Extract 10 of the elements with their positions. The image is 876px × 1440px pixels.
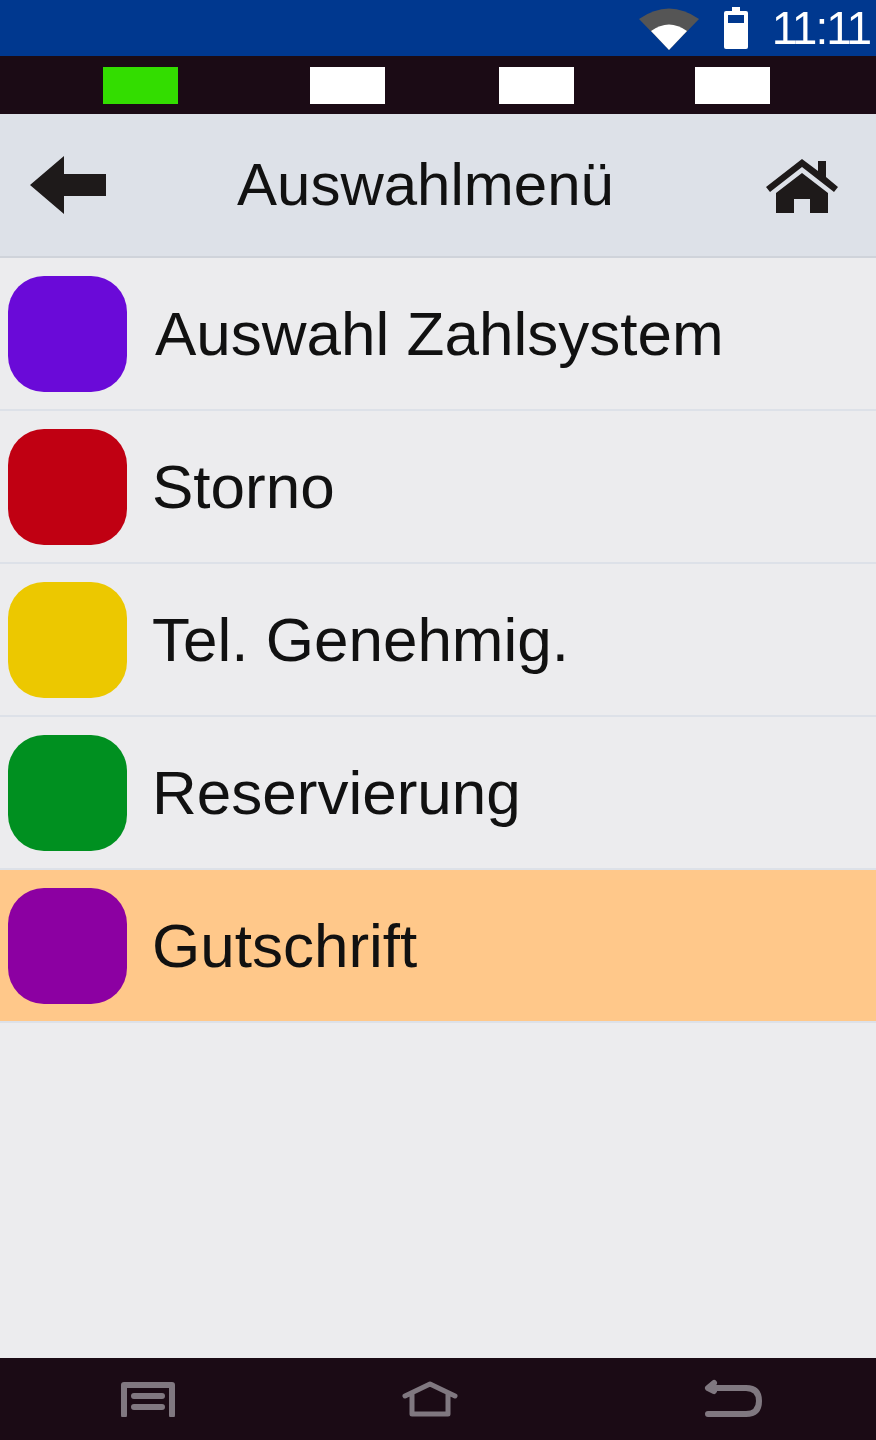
- menu-icon[interactable]: [120, 1381, 176, 1417]
- menu-item[interactable]: Gutschrift: [0, 870, 876, 1023]
- wifi-icon: [637, 6, 700, 50]
- return-arrow-icon[interactable]: [704, 1379, 764, 1419]
- home-icon[interactable]: [764, 157, 840, 213]
- home-outline-icon[interactable]: [402, 1381, 458, 1417]
- back-arrow-icon[interactable]: [30, 156, 106, 214]
- battery-icon: [723, 7, 748, 49]
- clock-time: 11:11: [771, 5, 870, 51]
- page-title: Auswahlmenü: [237, 155, 614, 215]
